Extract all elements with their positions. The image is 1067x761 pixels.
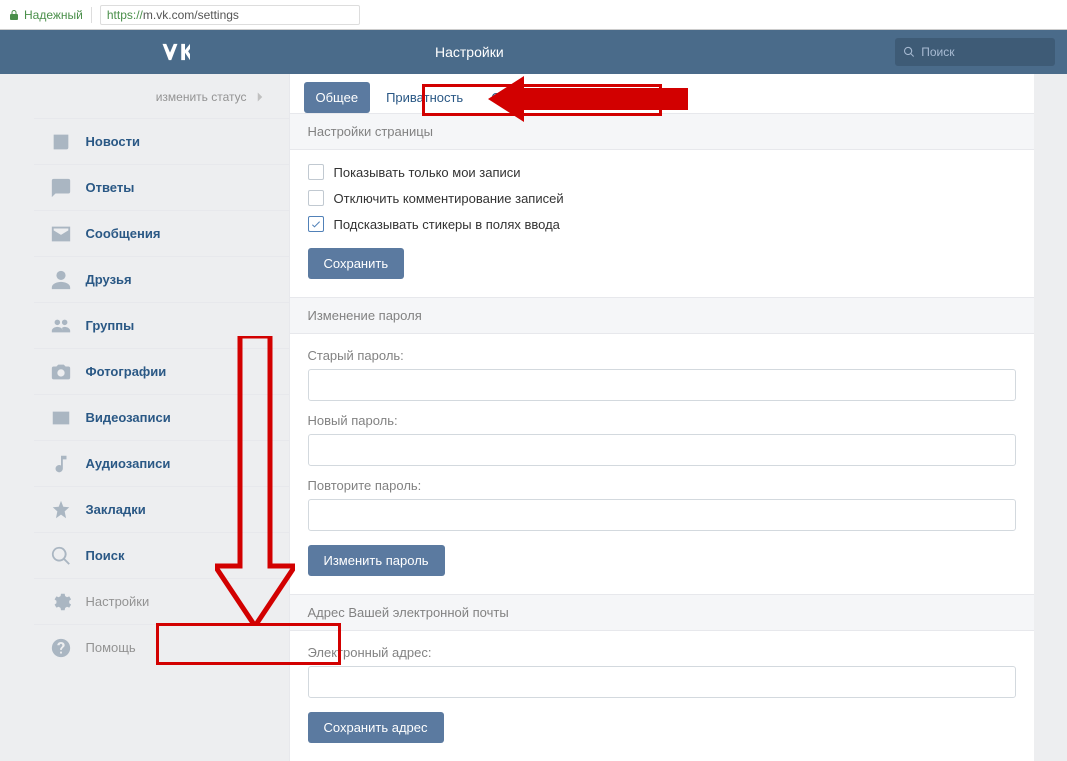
chevron-right-icon (251, 88, 269, 106)
sidebar: изменить статус Новости Ответы Сообщения… (34, 74, 289, 761)
checkbox-row-own-posts[interactable]: Показывать только мои записи (308, 164, 1016, 180)
change-password-button[interactable]: Изменить пароль (308, 545, 445, 576)
email-label: Электронный адрес: (308, 645, 1016, 660)
secure-badge: Надежный (8, 8, 83, 22)
section-header-email: Адрес Вашей электронной почты (290, 595, 1034, 631)
sidebar-item-groups[interactable]: Группы (34, 302, 289, 348)
sidebar-item-settings[interactable]: Настройки (34, 578, 289, 624)
sidebar-item-friends[interactable]: Друзья (34, 256, 289, 302)
new-password-label: Новый пароль: (308, 413, 1016, 428)
sidebar-item-label: Фотографии (86, 364, 167, 379)
sidebar-item-search[interactable]: Поиск (34, 532, 289, 578)
sidebar-item-label: Сообщения (86, 226, 161, 241)
new-password-input[interactable] (308, 434, 1016, 466)
section-header-page: Настройки страницы (290, 114, 1034, 150)
lock-icon (8, 9, 20, 21)
photos-icon (50, 361, 72, 383)
url-field[interactable]: https://m.vk.com/settings (100, 5, 360, 25)
sidebar-item-label: Видеозаписи (86, 410, 171, 425)
section-email: Электронный адрес: Сохранить адрес (290, 631, 1034, 761)
checkbox-row-stickers[interactable]: Подсказывать стикеры в полях ввода (308, 216, 1016, 232)
tab-general[interactable]: Общее (304, 82, 371, 113)
audio-icon (50, 453, 72, 475)
videos-icon (50, 407, 72, 429)
sidebar-item-bookmarks[interactable]: Закладки (34, 486, 289, 532)
friends-icon (50, 269, 72, 291)
sidebar-item-label: Поиск (86, 548, 125, 563)
checkbox-label: Подсказывать стикеры в полях ввода (334, 217, 560, 232)
section-page-settings: Показывать только мои записи Отключить к… (290, 150, 1034, 298)
check-icon (310, 218, 322, 230)
gear-icon (50, 591, 72, 613)
checkbox-label: Отключить комментирование записей (334, 191, 564, 206)
tab-label: Приватность (386, 90, 463, 105)
sidebar-item-label: Аудиозаписи (86, 456, 171, 471)
app-header: Настройки (0, 30, 1067, 74)
checkbox-row-disable-comments[interactable]: Отключить комментирование записей (308, 190, 1016, 206)
sidebar-item-audio[interactable]: Аудиозаписи (34, 440, 289, 486)
old-password-input[interactable] (308, 369, 1016, 401)
sidebar-item-news[interactable]: Новости (34, 118, 289, 164)
repeat-password-input[interactable] (308, 499, 1016, 531)
browser-address-bar: Надежный https://m.vk.com/settings (0, 0, 1067, 30)
search-nav-icon (50, 545, 72, 567)
page-title: Настройки (435, 44, 504, 60)
tab-label: Чёрный список (597, 90, 688, 105)
checkbox[interactable] (308, 164, 324, 180)
tab-label: Общее (316, 90, 359, 105)
main-content: Общее Приватность Оповещения Чёрный спис… (289, 74, 1034, 761)
sidebar-item-help[interactable]: Помощь (34, 624, 289, 670)
sidebar-item-label: Новости (86, 134, 141, 149)
status-label: изменить статус (156, 90, 247, 104)
secure-label: Надежный (24, 8, 83, 22)
sidebar-item-label: Друзья (86, 272, 132, 287)
section-header-password: Изменение пароля (290, 298, 1034, 334)
sidebar-item-label: Помощь (86, 640, 136, 655)
help-icon (50, 637, 72, 659)
news-icon (50, 131, 72, 153)
section-password: Старый пароль: Новый пароль: Повторите п… (290, 334, 1034, 595)
old-password-label: Старый пароль: (308, 348, 1016, 363)
checkbox[interactable] (308, 216, 324, 232)
url-text: m.vk.com/settings (143, 8, 239, 22)
repeat-password-label: Повторите пароль: (308, 478, 1016, 493)
vk-logo-icon[interactable] (160, 41, 190, 63)
sidebar-item-videos[interactable]: Видеозаписи (34, 394, 289, 440)
settings-tabs: Общее Приватность Оповещения Чёрный спис… (290, 74, 1034, 114)
tab-notifications[interactable]: Оповещения (479, 82, 581, 113)
tab-blacklist[interactable]: Чёрный список (585, 82, 700, 113)
checkbox[interactable] (308, 190, 324, 206)
search-icon (903, 45, 915, 59)
bookmarks-icon (50, 499, 72, 521)
header-search[interactable] (895, 38, 1055, 66)
messages-icon (50, 223, 72, 245)
tab-label: Оповещения (491, 90, 569, 105)
url-scheme: https:// (107, 8, 143, 22)
status-row[interactable]: изменить статус (34, 74, 289, 118)
sidebar-item-label: Закладки (86, 502, 146, 517)
groups-icon (50, 315, 72, 337)
save-email-button[interactable]: Сохранить адрес (308, 712, 444, 743)
sidebar-item-messages[interactable]: Сообщения (34, 210, 289, 256)
search-input[interactable] (921, 45, 1045, 59)
replies-icon (50, 177, 72, 199)
email-input[interactable] (308, 666, 1016, 698)
save-page-settings-button[interactable]: Сохранить (308, 248, 405, 279)
sidebar-item-label: Ответы (86, 180, 135, 195)
checkbox-label: Показывать только мои записи (334, 165, 521, 180)
sidebar-item-replies[interactable]: Ответы (34, 164, 289, 210)
tab-privacy[interactable]: Приватность (374, 82, 475, 113)
sidebar-item-label: Группы (86, 318, 135, 333)
sidebar-item-photos[interactable]: Фотографии (34, 348, 289, 394)
sidebar-item-label: Настройки (86, 594, 150, 609)
